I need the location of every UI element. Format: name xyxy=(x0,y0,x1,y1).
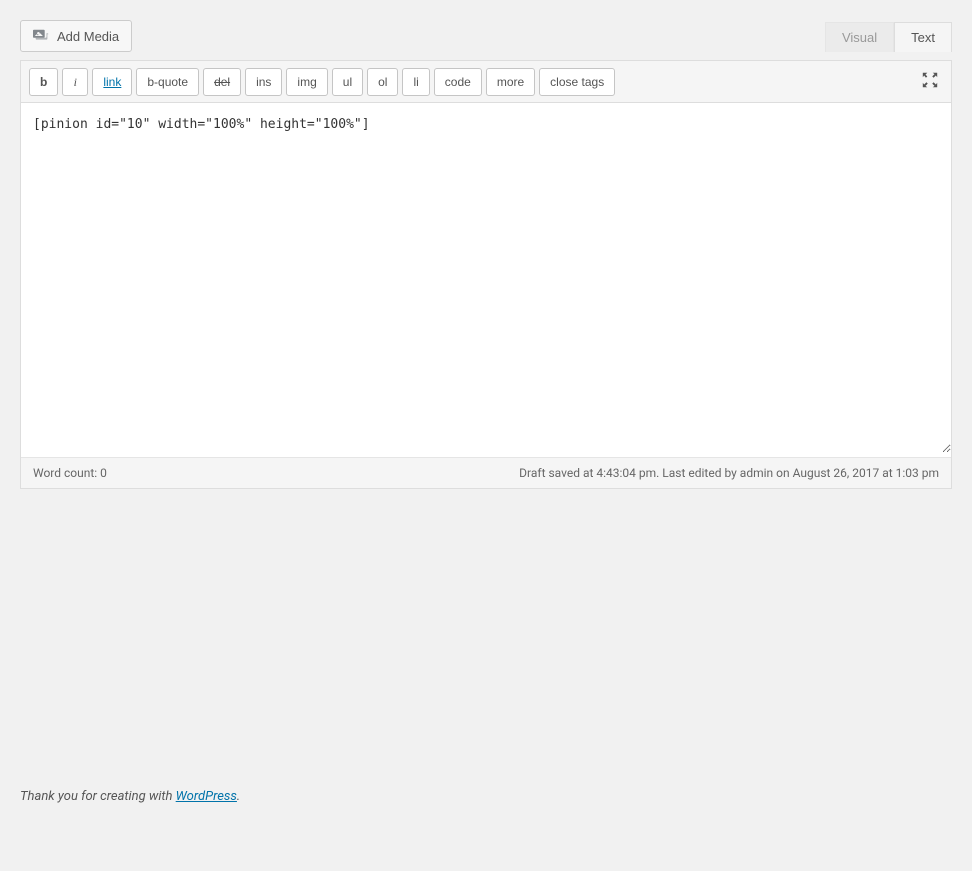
status-bar: Word count: 0 Draft saved at 4:43:04 pm.… xyxy=(21,457,951,488)
qt-ol-button[interactable]: ol xyxy=(367,68,398,96)
footer-prefix: Thank you for creating with xyxy=(20,789,176,804)
tab-text[interactable]: Text xyxy=(894,22,952,52)
add-media-label: Add Media xyxy=(57,29,119,44)
media-icon xyxy=(33,27,51,45)
qt-close-tags-button[interactable]: close tags xyxy=(539,68,615,96)
editor-wrapper: b i link b-quote del ins img ul ol li co… xyxy=(20,60,952,489)
qt-ul-button[interactable]: ul xyxy=(332,68,363,96)
draft-status: Draft saved at 4:43:04 pm. Last edited b… xyxy=(519,466,939,480)
qt-bquote-button[interactable]: b-quote xyxy=(136,68,199,96)
quicktags-toolbar: b i link b-quote del ins img ul ol li co… xyxy=(21,61,951,103)
qt-del-button[interactable]: del xyxy=(203,68,241,96)
content-textarea[interactable] xyxy=(21,103,951,453)
qt-more-button[interactable]: more xyxy=(486,68,535,96)
editor-top-bar: Add Media Visual Text xyxy=(20,20,952,52)
qt-link-button[interactable]: link xyxy=(92,68,132,96)
add-media-button[interactable]: Add Media xyxy=(20,20,132,52)
editor-tabs: Visual Text xyxy=(825,22,952,52)
qt-img-button[interactable]: img xyxy=(286,68,327,96)
footer: Thank you for creating with WordPress. xyxy=(20,789,952,804)
footer-period: . xyxy=(237,789,240,804)
editor-container: Add Media Visual Text b i link b-quote d… xyxy=(20,20,952,489)
qt-bold-button[interactable]: b xyxy=(29,68,58,96)
tab-visual[interactable]: Visual xyxy=(825,22,894,52)
fullscreen-icon xyxy=(921,77,939,92)
qt-code-button[interactable]: code xyxy=(434,68,482,96)
wordpress-link[interactable]: WordPress xyxy=(176,789,237,804)
qt-ins-button[interactable]: ins xyxy=(245,68,282,96)
qt-li-button[interactable]: li xyxy=(402,68,429,96)
qt-italic-button[interactable]: i xyxy=(62,68,88,96)
word-count: Word count: 0 xyxy=(33,466,107,480)
fullscreen-button[interactable] xyxy=(917,67,943,96)
